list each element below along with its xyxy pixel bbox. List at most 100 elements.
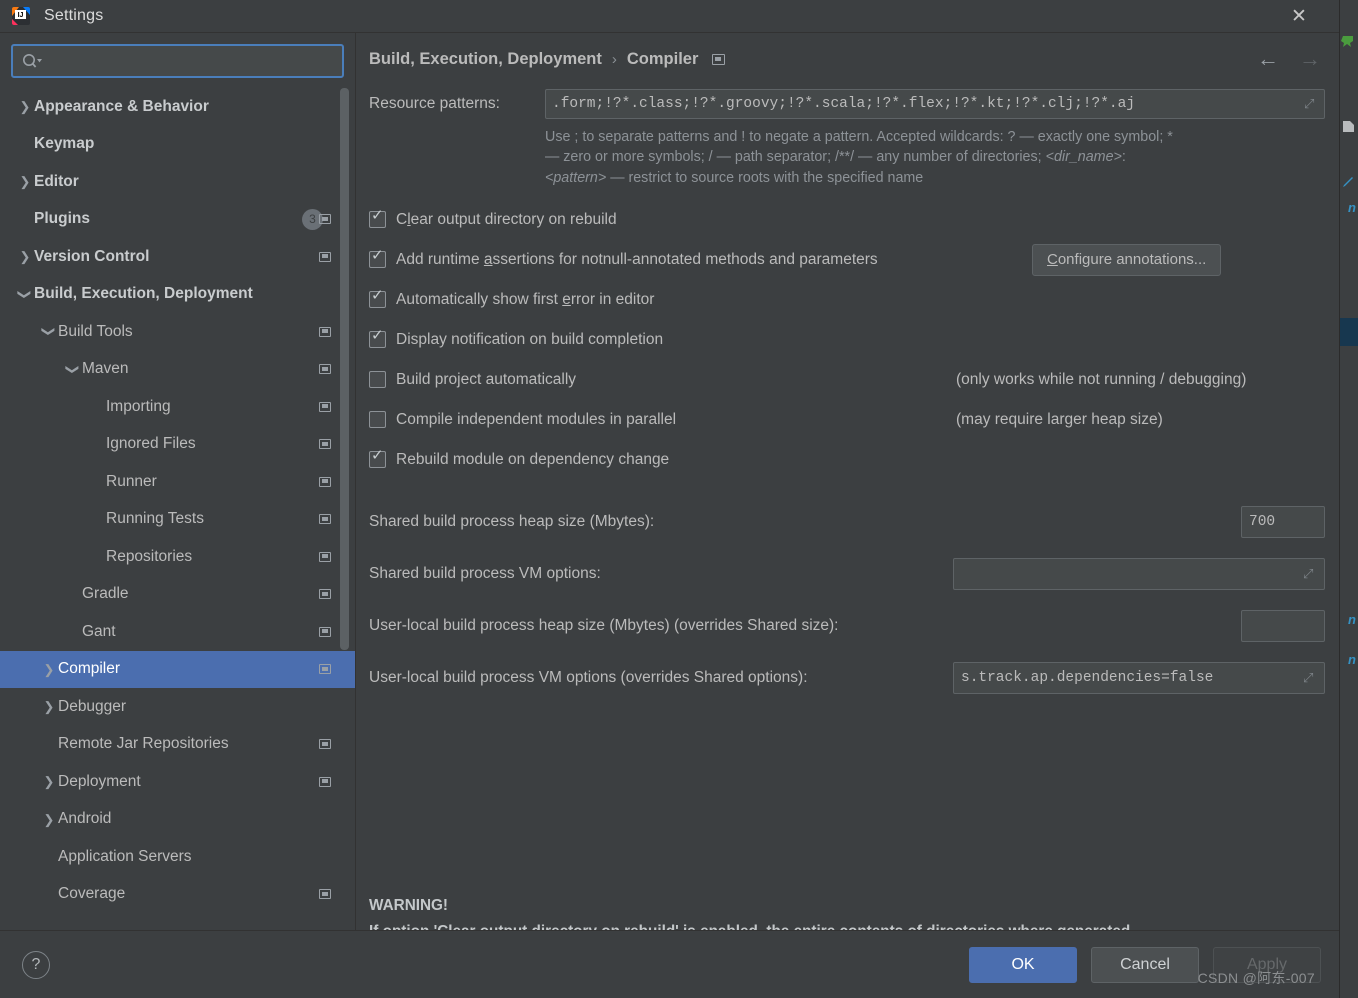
- back-arrow-icon[interactable]: ←: [1257, 48, 1279, 70]
- sidebar-scrollbar[interactable]: [340, 88, 349, 650]
- sidebar-item-label: Keymap: [34, 135, 95, 153]
- expand-icon[interactable]: ⤢: [1302, 96, 1318, 112]
- sidebar-item-application-servers[interactable]: ❯Application Servers: [0, 838, 355, 876]
- sidebar-item-maven[interactable]: ❯ Maven: [0, 351, 355, 389]
- input-user-local-build-process-vm-options-overrides-[interactable]: [961, 669, 1301, 686]
- sidebar-item-ignored-files[interactable]: ❯Ignored Files: [0, 426, 355, 464]
- configure-button-label: onfigure annotations...: [1057, 251, 1207, 269]
- sidebar-item-deployment[interactable]: ❯ Deployment: [0, 763, 355, 801]
- field-row-shared-build-process-vm-options: Shared build process VM options: ⤢: [369, 548, 1325, 600]
- copy-settings-icon[interactable]: [319, 739, 331, 750]
- search-icon[interactable]: [21, 52, 43, 70]
- checkbox-row-clear-output-directory-on-rebuild[interactable]: Clear output directory on rebuild: [369, 200, 1325, 240]
- sidebar-item-build-tools[interactable]: ❯ Build Tools: [0, 313, 355, 351]
- copy-settings-icon[interactable]: [319, 476, 331, 487]
- field-input-wrapper[interactable]: ⤢: [953, 557, 1325, 590]
- field-input-wrapper[interactable]: [1241, 609, 1325, 642]
- configure-annotations-button[interactable]: Configure annotations...: [1032, 243, 1222, 276]
- copy-settings-icon[interactable]: [319, 889, 331, 900]
- sidebar-item-runner[interactable]: ❯Runner: [0, 463, 355, 501]
- copy-settings-icon[interactable]: [319, 514, 331, 525]
- sidebar-item-remote-jar-repositories[interactable]: ❯Remote Jar Repositories: [0, 726, 355, 764]
- expand-icon[interactable]: ⤢: [1301, 670, 1317, 686]
- cancel-button[interactable]: Cancel: [1091, 946, 1199, 983]
- field-input-wrapper[interactable]: [1241, 505, 1325, 538]
- sidebar-item-gant[interactable]: ❯Gant: [0, 613, 355, 651]
- checkbox-row-build-project-automatically[interactable]: Build project automatically (only works w…: [369, 360, 1325, 400]
- breadcrumb-parent[interactable]: Build, Execution, Deployment: [369, 50, 602, 69]
- checkbox-label-pre: Rebuild module on dependency change: [396, 450, 670, 468]
- resource-patterns-label: Resource patterns:: [369, 95, 500, 112]
- copy-settings-icon[interactable]: [319, 214, 331, 225]
- window-title: Settings: [44, 7, 104, 24]
- sidebar-item-coverage[interactable]: ❯Coverage: [0, 876, 355, 914]
- resource-patterns-input[interactable]: [552, 96, 1302, 112]
- content-pane: Build, Execution, Deployment › Compiler …: [356, 33, 1339, 967]
- checkbox-clear-output-directory-on-rebuild[interactable]: [369, 208, 386, 229]
- checkbox-row-compile-independent-modules-in-parallel[interactable]: Compile independent modules in parallel (…: [369, 400, 1325, 440]
- sidebar-item-repositories[interactable]: ❯Repositories: [0, 538, 355, 576]
- checkbox-automatically-show-first-error-in-editor[interactable]: [369, 288, 386, 309]
- checkbox-row-automatically-show-first-error-in-editor[interactable]: Automatically show first error in editor: [369, 280, 1325, 320]
- sidebar-item-appearance-behavior[interactable]: ❯ Appearance & Behavior: [0, 88, 355, 126]
- sidebar-item-android[interactable]: ❯ Android: [0, 801, 355, 839]
- checkbox-add-runtime-assertions-for-notnull-annot[interactable]: [369, 248, 386, 269]
- checkbox-compile-independent-modules-in-parallel[interactable]: [369, 411, 386, 429]
- checkbox-row-display-notification-on-build-completion[interactable]: Display notification on build completion: [369, 320, 1325, 360]
- sidebar-item-importing[interactable]: ❯Importing: [0, 388, 355, 426]
- copy-settings-icon[interactable]: [712, 53, 726, 65]
- sidebar-item-running-tests[interactable]: ❯Running Tests: [0, 501, 355, 539]
- expand-icon[interactable]: ⤢: [1301, 566, 1317, 582]
- field-input-wrapper[interactable]: ⤢: [953, 661, 1325, 694]
- checkbox-label-mnemonic: a: [483, 250, 493, 268]
- copy-settings-icon[interactable]: [319, 626, 331, 637]
- field-label: User-local build process VM options (ove…: [369, 668, 808, 686]
- close-icon[interactable]: ✕: [1277, 0, 1321, 33]
- sidebar-item-gradle[interactable]: ❯Gradle: [0, 576, 355, 614]
- copy-settings-icon[interactable]: [319, 589, 331, 600]
- copy-settings-icon[interactable]: [319, 401, 331, 412]
- checkbox-build-project-automatically[interactable]: [369, 371, 386, 389]
- copy-settings-icon[interactable]: [319, 439, 331, 450]
- build-process-fields: Shared build process heap size (Mbytes):…: [369, 496, 1325, 704]
- sidebar-item-debugger[interactable]: ❯ Debugger: [0, 688, 355, 726]
- chevron-right-icon[interactable]: ❯: [40, 775, 58, 788]
- input-shared-build-process-vm-options[interactable]: [961, 565, 1301, 582]
- chevron-right-icon[interactable]: ❯: [16, 250, 34, 263]
- help-button[interactable]: ?: [22, 950, 50, 979]
- chevron-right-icon[interactable]: ❯: [40, 663, 58, 676]
- checkbox-display-notification-on-build-completion[interactable]: [369, 328, 386, 349]
- sidebar-item-label: Repositories: [106, 547, 193, 565]
- copy-settings-icon[interactable]: [319, 251, 331, 262]
- chevron-right-icon[interactable]: ❯: [40, 700, 58, 713]
- copy-settings-icon[interactable]: [319, 326, 331, 337]
- checkbox-row-rebuild-module-on-dependency-change[interactable]: Rebuild module on dependency change: [369, 440, 1325, 480]
- copy-settings-icon[interactable]: [319, 664, 331, 675]
- chevron-down-icon[interactable]: ❯: [18, 285, 33, 303]
- warning-title: WARNING!: [369, 897, 449, 914]
- input-shared-build-process-heap-size-mbytes[interactable]: [1249, 513, 1317, 530]
- chevron-right-icon[interactable]: ❯: [16, 175, 34, 188]
- sidebar-item-keymap[interactable]: ❯Keymap: [0, 126, 355, 164]
- sidebar-item-editor[interactable]: ❯ Editor: [0, 163, 355, 201]
- chevron-right-icon[interactable]: ❯: [40, 813, 58, 826]
- resource-patterns-field[interactable]: ⤢: [545, 89, 1325, 119]
- ok-button[interactable]: OK: [969, 946, 1077, 983]
- sidebar-item-build-execution-deployment[interactable]: ❯ Build, Execution, Deployment: [0, 276, 355, 314]
- chevron-down-icon[interactable]: ❯: [42, 323, 57, 341]
- checkbox-rebuild-module-on-dependency-change[interactable]: [369, 448, 386, 469]
- copy-settings-icon[interactable]: [319, 776, 331, 787]
- sidebar-item-version-control[interactable]: ❯ Version Control: [0, 238, 355, 276]
- chevron-right-icon[interactable]: ❯: [16, 100, 34, 113]
- copy-settings-icon[interactable]: [319, 551, 331, 562]
- copy-settings-icon[interactable]: [319, 364, 331, 375]
- field-row-user-local-build-process-vm-options-overrides-: User-local build process VM options (ove…: [369, 652, 1325, 704]
- sidebar-item-label: Version Control: [34, 247, 150, 265]
- search-input[interactable]: [43, 53, 334, 69]
- checkbox-row-add-runtime-assertions-for-notnull-annot[interactable]: Add runtime assertions for notnull-annot…: [369, 240, 1325, 280]
- chevron-down-icon[interactable]: ❯: [66, 360, 81, 378]
- search-box[interactable]: [11, 44, 344, 78]
- input-user-local-build-process-heap-size-mbytes-over[interactable]: [1249, 617, 1317, 634]
- sidebar-item-compiler[interactable]: ❯ Compiler: [0, 650, 355, 688]
- sidebar-item-plugins[interactable]: ❯Plugins3: [0, 201, 355, 239]
